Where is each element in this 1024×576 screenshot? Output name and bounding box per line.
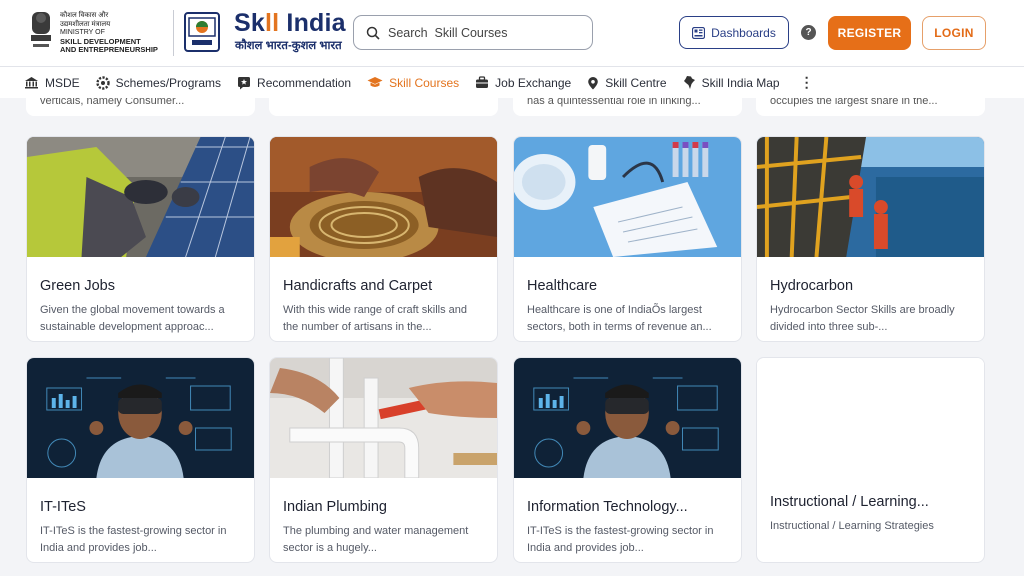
solar-panel-worker-photo — [27, 137, 254, 258]
search-input[interactable] — [388, 25, 578, 40]
card-peek[interactable]: has a quintessential role in linking... — [513, 98, 742, 116]
vr-headset-photo — [514, 358, 741, 478]
course-card-it-ites[interactable]: IT-ITeS IT-ITeS is the fastest-growing s… — [26, 357, 255, 563]
gear-icon — [95, 75, 110, 90]
recommendation-icon — [238, 76, 251, 89]
main-nav: MSDE Schemes/Programs Recommendation Ski… — [0, 66, 1024, 98]
course-title: Handicrafts and Carpet — [283, 278, 433, 294]
skill-courses-grid: verticals, namely Consumer... has a quin… — [0, 98, 1024, 576]
course-card-hydrocarbon[interactable]: Hydrocarbon Hydrocarbon Sector Skills ar… — [756, 136, 985, 342]
login-button[interactable]: LOGIN — [922, 16, 986, 50]
nav-item-job-exchange[interactable]: Job Exchange — [475, 76, 571, 90]
card-peek[interactable]: occupies the largest share in the... — [756, 98, 985, 116]
course-description: Given the global movement towards a sust… — [40, 304, 225, 333]
course-card-healthcare[interactable]: Healthcare Healthcare is one of IndiaÕs … — [513, 136, 742, 342]
course-title: Information Technology... — [527, 499, 688, 515]
dashboards-button[interactable]: Dashboards — [679, 16, 789, 49]
site-header: कौशल विकास और उद्यमशीलता मंत्रालय MINIST… — [0, 0, 1024, 66]
course-description: Hydrocarbon Sector Skills are broadly di… — [770, 304, 955, 333]
card-peek[interactable]: verticals, namely Consumer... — [26, 98, 255, 116]
basket-weaving-photo — [270, 137, 497, 262]
course-title: Green Jobs — [40, 278, 115, 294]
nav-item-skill-india-map[interactable]: Skill India Map — [683, 75, 780, 90]
course-description: IT-ITeS is the fastest-growing sector in… — [527, 525, 714, 554]
brand-title[interactable]: Skll India — [234, 9, 346, 38]
course-card-indian-plumbing[interactable]: Indian Plumbing The plumbing and water m… — [269, 357, 498, 563]
ministry-name: कौशल विकास और उद्यमशीलता मंत्रालय MINIST… — [60, 12, 158, 54]
course-description: The plumbing and water management sector… — [283, 525, 469, 554]
course-description: IT-ITeS is the fastest-growing sector in… — [40, 525, 227, 554]
course-description: Healthcare is one of IndiaÕs largest sec… — [527, 304, 712, 333]
course-title: IT-ITeS — [40, 499, 86, 515]
course-card-information-technology[interactable]: Information Technology... IT-ITeS is the… — [513, 357, 742, 563]
nav-item-schemes[interactable]: Schemes/Programs — [95, 75, 221, 90]
skill-india-logo-icon[interactable] — [184, 12, 220, 52]
briefcase-icon — [476, 76, 489, 88]
card-peek[interactable] — [269, 98, 498, 116]
register-button[interactable]: REGISTER — [828, 16, 911, 50]
course-title: Instructional / Learning... — [770, 494, 929, 510]
header-divider — [173, 10, 174, 56]
course-title: Healthcare — [527, 278, 598, 294]
india-map-icon — [683, 76, 695, 89]
dashboard-icon — [692, 26, 706, 39]
more-vertical-icon[interactable]: ⋮ — [800, 74, 814, 91]
course-card-green-jobs[interactable]: Green Jobs Given the global movement tow… — [26, 136, 255, 342]
dashboards-label: Dashboards — [711, 25, 776, 40]
location-pin-icon — [588, 76, 599, 89]
national-emblem-icon — [31, 12, 51, 47]
medical-lab-photo — [514, 137, 741, 257]
vr-headset-photo — [27, 358, 254, 478]
search-box[interactable] — [353, 15, 593, 50]
course-description: Instructional / Learning Strategies — [770, 520, 934, 532]
empty-image-placeholder — [757, 358, 984, 478]
nav-item-skill-courses[interactable]: Skill Courses — [367, 76, 459, 90]
brand-subtitle: कौशल भारत-कुशल भारत — [235, 40, 342, 52]
offshore-rig-photo — [757, 137, 984, 258]
building-icon — [25, 77, 38, 89]
graduation-cap-icon — [367, 77, 383, 87]
plumbing-pipes-photo — [270, 358, 497, 479]
course-card-instructional-learning[interactable]: Instructional / Learning... Instructiona… — [756, 357, 985, 563]
help-icon[interactable]: ? — [801, 25, 816, 40]
nav-item-msde[interactable]: MSDE — [24, 76, 80, 90]
course-description: With this wide range of craft skills and… — [283, 304, 468, 333]
search-icon — [366, 26, 380, 40]
course-card-handicrafts[interactable]: Handicrafts and Carpet With this wide ra… — [269, 136, 498, 342]
course-title: Hydrocarbon — [770, 278, 854, 294]
nav-item-recommendation[interactable]: Recommendation — [237, 76, 351, 90]
course-title: Indian Plumbing — [283, 499, 387, 515]
nav-item-skill-centre[interactable]: Skill Centre — [587, 76, 667, 90]
